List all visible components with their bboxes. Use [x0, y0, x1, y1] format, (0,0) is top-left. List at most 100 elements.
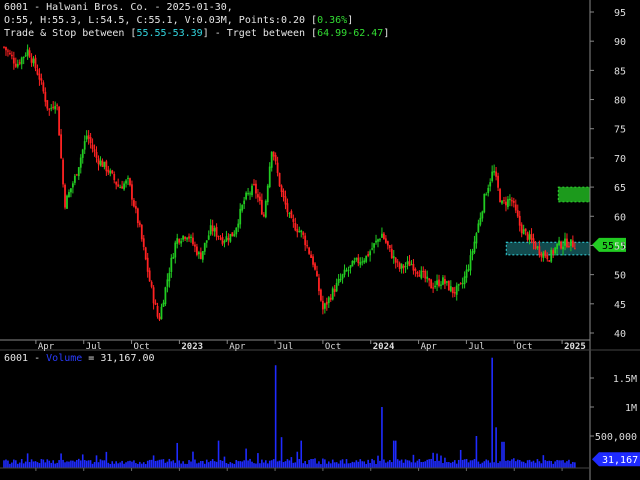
volume-bar — [241, 461, 243, 468]
volume-bar — [367, 459, 369, 468]
volume-bar — [202, 461, 204, 468]
candle-body — [318, 277, 320, 292]
volume-bar — [91, 463, 94, 468]
candle-body — [99, 160, 102, 166]
candle-body — [501, 200, 503, 204]
volume-bar — [406, 460, 409, 468]
candle-body — [260, 199, 263, 215]
candle-body — [93, 149, 96, 152]
volume-bar — [233, 463, 236, 468]
volume-bar — [20, 459, 23, 468]
candle-body — [264, 200, 267, 218]
volume-bar — [404, 459, 407, 468]
trade-stop-zone — [505, 241, 591, 256]
volume-bar — [26, 453, 29, 468]
candle-body — [495, 171, 498, 177]
candle-body — [457, 283, 460, 286]
candle-body — [148, 270, 151, 282]
volume-bar — [371, 458, 373, 468]
volume-bar — [205, 459, 208, 468]
candle-body — [530, 234, 533, 240]
candle-body — [117, 184, 120, 187]
volume-bar — [93, 462, 96, 468]
candle-body — [444, 279, 446, 284]
candle-body — [129, 178, 131, 186]
candle-body — [392, 256, 395, 259]
candle-body — [556, 243, 559, 250]
candle-body — [180, 241, 183, 244]
volume-bar — [497, 462, 499, 468]
candle-body — [400, 264, 403, 269]
volume-bar — [203, 463, 206, 468]
candle-body — [438, 279, 440, 287]
volume-bar — [56, 462, 58, 468]
price-tick-label: 80 — [614, 96, 626, 107]
candle-body — [402, 265, 405, 269]
volume-bar — [72, 460, 74, 468]
candle-body — [158, 316, 161, 320]
candle-body — [540, 253, 543, 257]
volume-bar — [255, 463, 257, 468]
candle-body — [528, 234, 531, 240]
volume-bar — [36, 462, 39, 468]
candle-body — [371, 248, 373, 250]
volume-bar — [158, 459, 161, 468]
volume-bar — [264, 460, 267, 468]
volume-bar — [66, 461, 68, 468]
volume-bar — [516, 459, 519, 468]
candle-body — [493, 170, 496, 173]
volume-bar — [493, 462, 495, 468]
volume-bar — [414, 462, 417, 468]
candle-body — [335, 283, 338, 292]
candle-body — [455, 285, 458, 295]
candle-body — [447, 280, 450, 291]
volume-bar — [89, 460, 92, 468]
candle-body — [18, 62, 21, 64]
volume-bar — [377, 455, 379, 468]
candle-body — [28, 50, 31, 58]
volume-bar — [518, 460, 521, 468]
volume-bar — [192, 451, 194, 468]
candle-body — [562, 246, 564, 250]
candle-body — [52, 106, 55, 109]
x-tick-label: Jul — [277, 342, 293, 352]
volume-bar — [144, 464, 147, 468]
volume-bar — [32, 461, 35, 468]
candle-body — [60, 134, 62, 159]
candle-body — [34, 57, 37, 69]
volume-bar — [442, 463, 444, 468]
volume-bar — [408, 460, 411, 468]
candle-body — [140, 224, 143, 240]
candle-body — [266, 185, 269, 203]
volume-bar — [18, 462, 21, 468]
volume-bar — [28, 462, 31, 468]
volume-bar — [426, 459, 429, 468]
candle-body — [150, 281, 153, 287]
volume-bar — [105, 451, 108, 468]
volume-bar — [251, 461, 253, 468]
candle-body — [440, 284, 442, 286]
candle-body — [536, 246, 539, 248]
candle-body — [24, 55, 27, 57]
volume-bar — [434, 460, 436, 468]
candle-body — [105, 161, 108, 172]
volume-bar — [135, 463, 137, 468]
candle-body — [101, 160, 104, 167]
volume-bar — [115, 461, 117, 468]
volume-bar — [68, 461, 70, 468]
volume-series-name: Volume — [46, 353, 83, 364]
candle-body — [251, 185, 253, 196]
candle-body — [339, 278, 342, 281]
volume-bar — [209, 460, 212, 468]
volume-bar — [463, 459, 466, 468]
candle-body — [428, 278, 431, 281]
volume-bar — [127, 461, 129, 468]
candle-body — [329, 297, 332, 300]
volume-bar — [207, 462, 210, 468]
candle-body — [552, 250, 555, 254]
volume-bar — [314, 458, 316, 468]
volume-bar — [306, 464, 308, 468]
volume-bar — [176, 442, 179, 468]
candle-body — [231, 232, 234, 237]
candle-body — [327, 297, 330, 304]
